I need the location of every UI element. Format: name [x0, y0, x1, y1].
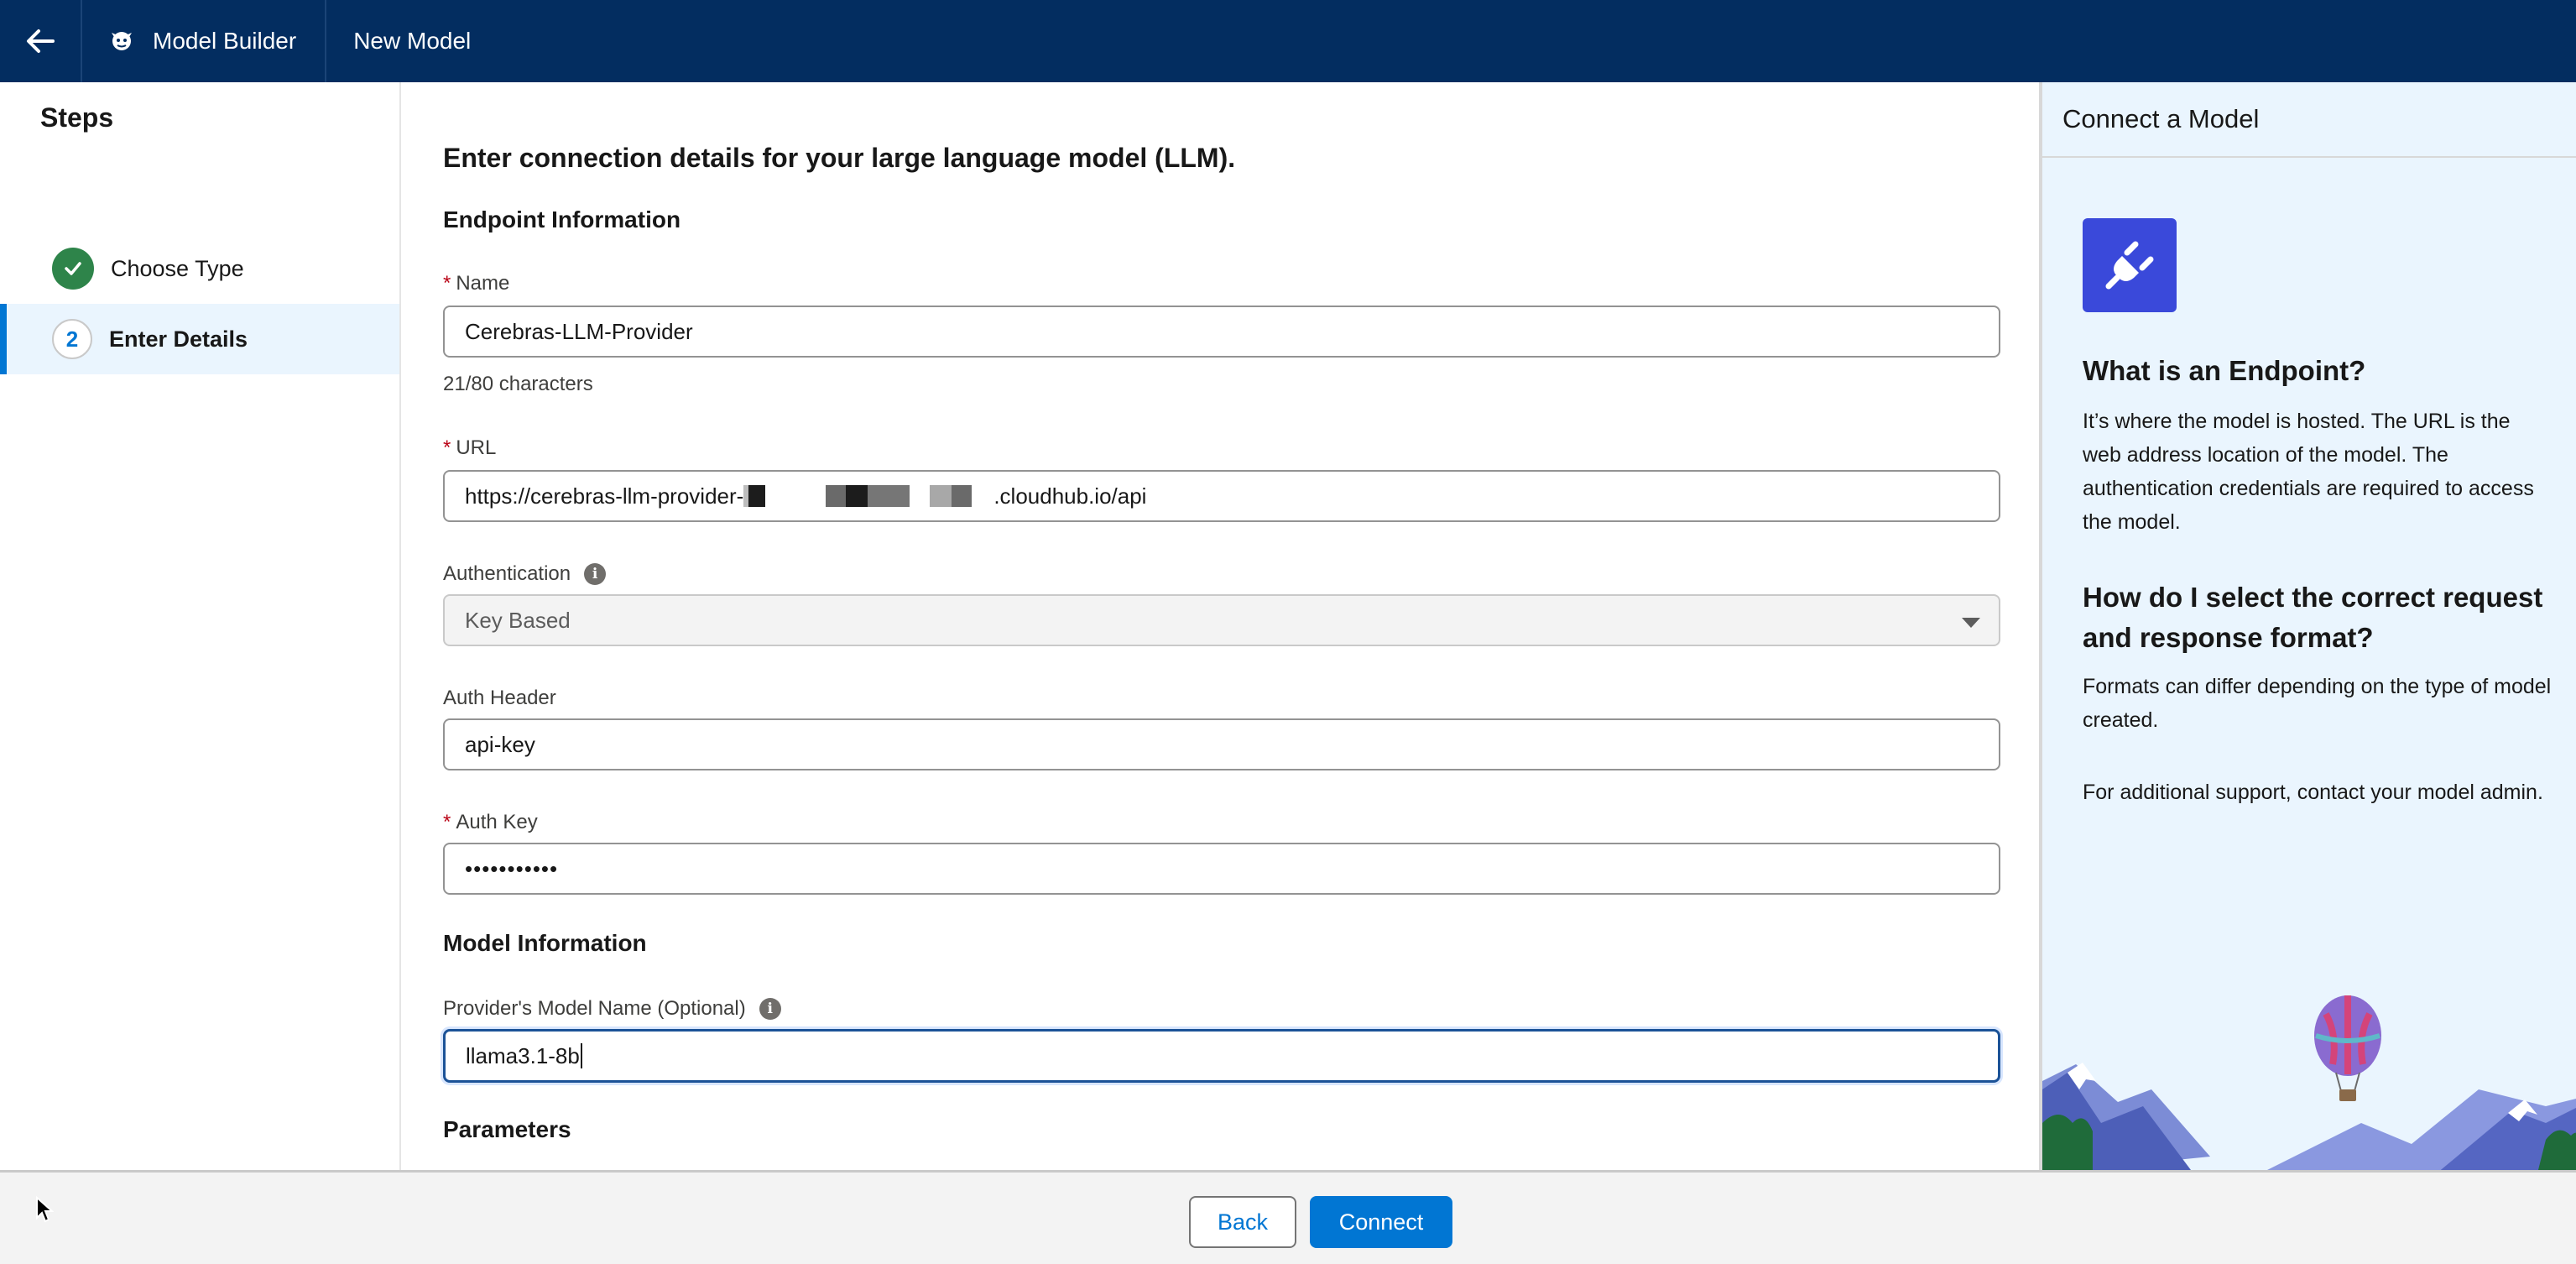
- mountain-illustration: [2042, 995, 2576, 1170]
- url-value-prefix: https://cerebras-llm-provider-: [465, 483, 744, 509]
- back-arrow-button[interactable]: [0, 0, 82, 82]
- name-label: * Name: [443, 272, 509, 295]
- url-label: * URL: [443, 436, 496, 460]
- help-panel: Connect a Model What is an Endpoint? It’…: [2039, 82, 2576, 1170]
- url-input[interactable]: https://cerebras-llm-provider- .cloudhub…: [443, 470, 2000, 522]
- panel-answer-format: Formats can differ depending on the type…: [2083, 675, 2552, 732]
- model-name-value: llama3.1-8b: [466, 1042, 580, 1068]
- authentication-value: Key Based: [465, 607, 571, 633]
- step-choose-type[interactable]: Choose Type: [0, 233, 399, 304]
- section-model-information: Model Information: [443, 930, 647, 956]
- auth-key-value: •••••••••••: [465, 855, 559, 881]
- required-mark: *: [443, 272, 451, 295]
- model-name-label-text: Provider's Model Name (Optional): [443, 997, 746, 1020]
- app-name-label: Model Builder: [153, 28, 297, 54]
- name-label-text: Name: [456, 272, 510, 295]
- plug-icon: [2083, 218, 2177, 312]
- name-character-counter: 21/80 characters: [443, 373, 593, 395]
- auth-header-label-text: Auth Header: [443, 687, 556, 709]
- top-bar: Model Builder New Model: [0, 0, 2576, 82]
- required-mark: *: [443, 811, 451, 833]
- step-number: 2: [52, 319, 92, 359]
- auth-key-label: * Auth Key: [443, 811, 538, 834]
- auth-header-label: Auth Header: [443, 687, 556, 710]
- steps-title: Steps: [40, 102, 114, 133]
- info-icon[interactable]: i: [584, 563, 607, 585]
- section-endpoint-information: Endpoint Information: [443, 206, 681, 232]
- check-icon: [52, 248, 94, 290]
- panel-question-endpoint: What is an Endpoint?: [2083, 355, 2366, 386]
- hot-air-balloon-icon: [2314, 995, 2381, 1101]
- step-label: Choose Type: [111, 255, 244, 281]
- panel-title: Connect a Model: [2042, 82, 2576, 158]
- authentication-label: Authentication i: [443, 562, 607, 586]
- url-label-text: URL: [456, 436, 497, 459]
- app-name[interactable]: Model Builder: [82, 0, 327, 82]
- authentication-label-text: Authentication: [443, 562, 571, 585]
- name-input[interactable]: Cerebras-LLM-Provider: [443, 306, 2000, 358]
- panel-answer-endpoint: It’s where the model is hosted. The URL …: [2083, 410, 2534, 534]
- auth-key-label-text: Auth Key: [456, 811, 538, 833]
- main-form: Enter connection details for your large …: [401, 82, 2039, 1170]
- step-label: Enter Details: [109, 326, 248, 352]
- tab-label: New Model: [353, 28, 472, 54]
- required-mark: *: [443, 436, 451, 459]
- mouse-cursor-icon: [36, 1196, 54, 1223]
- back-button[interactable]: Back: [1189, 1196, 1296, 1248]
- model-name-label: Provider's Model Name (Optional) i: [443, 997, 781, 1021]
- footer-bar: Back Connect: [0, 1170, 2576, 1264]
- step-enter-details[interactable]: 2 Enter Details: [0, 304, 399, 374]
- einstein-icon: [112, 32, 132, 50]
- model-name-input[interactable]: llama3.1-8b: [443, 1029, 2000, 1083]
- url-redaction: [743, 485, 993, 507]
- panel-support-text: For additional support, contact your mod…: [2083, 781, 2543, 804]
- auth-header-input[interactable]: api-key: [443, 718, 2000, 770]
- text-caret: [580, 1043, 582, 1068]
- url-value-suffix: .cloudhub.io/api: [993, 483, 1147, 509]
- authentication-select[interactable]: Key Based: [443, 594, 2000, 646]
- tab-new-model[interactable]: New Model: [326, 0, 498, 82]
- section-parameters: Parameters: [443, 1116, 571, 1142]
- connect-button[interactable]: Connect: [1310, 1196, 1452, 1248]
- name-value: Cerebras-LLM-Provider: [465, 318, 693, 344]
- back-arrow-icon: [27, 29, 55, 53]
- auth-header-value: api-key: [465, 731, 535, 757]
- panel-question-format: How do I select the correct request and …: [2083, 582, 2543, 653]
- dropdown-arrow-icon: [1962, 618, 1980, 628]
- page-heading: Enter connection details for your large …: [443, 143, 1236, 173]
- steps-sidebar: Steps Choose Type 2 Enter Details: [0, 82, 401, 1170]
- info-icon[interactable]: i: [759, 998, 781, 1020]
- auth-key-input[interactable]: •••••••••••: [443, 843, 2000, 895]
